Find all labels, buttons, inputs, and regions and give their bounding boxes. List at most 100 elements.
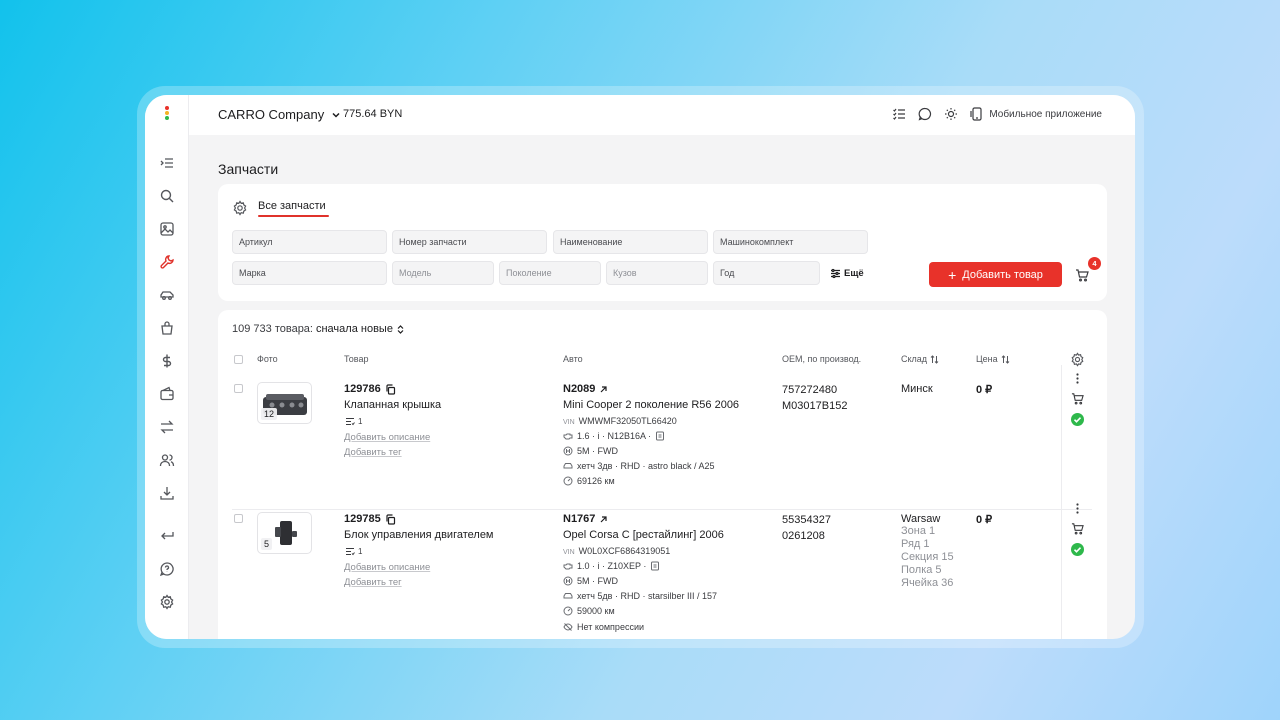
- body-value: хетч 3дв · RHD · astro black / A25: [577, 461, 715, 471]
- more-actions-icon[interactable]: [1070, 501, 1084, 515]
- product-name[interactable]: Клапанная крышка: [344, 399, 441, 411]
- price: 0 ₽: [976, 384, 993, 396]
- car-kit-input[interactable]: [713, 230, 868, 254]
- warehouse-section: Секция 15: [901, 551, 954, 563]
- body-select[interactable]: [606, 261, 708, 285]
- available-check-icon: [1071, 543, 1084, 556]
- wallet-icon[interactable]: [157, 384, 177, 404]
- copy-icon[interactable]: [385, 513, 396, 525]
- cart-icon[interactable]: [1070, 391, 1084, 405]
- checklist-icon: [346, 548, 355, 556]
- dollar-icon[interactable]: [157, 351, 177, 371]
- photo-count: 12: [261, 408, 278, 420]
- generation-select[interactable]: [499, 261, 601, 285]
- company-selector[interactable]: CARRO Company: [218, 107, 342, 122]
- product-photo[interactable]: 5: [257, 512, 312, 554]
- engine-value: 1.0 · i · Z10XEP ·: [577, 561, 647, 571]
- oem-number: M03017B152: [782, 400, 848, 412]
- task-list-icon[interactable]: [892, 107, 906, 121]
- mobile-app-label: Мобильное приложение: [989, 108, 1102, 120]
- add-description-link[interactable]: Добавить описание: [344, 432, 430, 443]
- copy-icon[interactable]: [385, 383, 396, 395]
- warehouse: Warsaw: [901, 513, 941, 525]
- sort-selector[interactable]: сначала новые: [316, 323, 393, 335]
- model-select[interactable]: [392, 261, 494, 285]
- page-title: Запчасти: [218, 161, 279, 177]
- users-icon[interactable]: [157, 450, 177, 470]
- gear-icon[interactable]: [232, 200, 248, 216]
- product-id[interactable]: 129785: [344, 513, 396, 525]
- column-price[interactable]: Цена: [976, 354, 1010, 364]
- document-icon[interactable]: [650, 561, 660, 571]
- product-id[interactable]: 129786: [344, 383, 396, 395]
- more-actions-icon[interactable]: [1070, 371, 1084, 385]
- column-photo: Фото: [257, 354, 278, 364]
- logout-icon[interactable]: [157, 526, 177, 546]
- product-id-value: 129785: [344, 513, 381, 525]
- add-tag-link[interactable]: Добавить тег: [344, 577, 402, 588]
- cart-icon[interactable]: [1070, 521, 1084, 535]
- cart-count-badge: 4: [1088, 257, 1101, 270]
- wrench-icon[interactable]: [157, 252, 177, 272]
- cart-icon[interactable]: [1075, 268, 1089, 282]
- car-id-link[interactable]: N1767: [563, 513, 608, 525]
- column-warehouse[interactable]: Склад: [901, 354, 939, 364]
- brand-select[interactable]: [232, 261, 387, 285]
- gearbox-value: 5M · FWD: [577, 446, 618, 456]
- tab-all-parts[interactable]: Все запчасти: [258, 200, 326, 212]
- row-checkbox[interactable]: [234, 384, 243, 393]
- column-price-label: Цена: [976, 354, 998, 364]
- product-photo[interactable]: 12: [257, 382, 312, 424]
- product-name[interactable]: Блок управления двигателем: [344, 529, 494, 541]
- body-icon: [563, 593, 573, 599]
- odometer-icon: [563, 606, 573, 616]
- sun-icon[interactable]: [944, 107, 958, 121]
- tab-underline: [258, 215, 329, 217]
- sort-arrows-icon: [1001, 354, 1009, 364]
- settings-icon[interactable]: [157, 592, 177, 612]
- car-icon[interactable]: [157, 285, 177, 305]
- search-icon[interactable]: [157, 186, 177, 206]
- warehouse-shelf: Полка 5: [901, 564, 942, 576]
- document-icon[interactable]: [655, 431, 665, 441]
- car-name: Mini Cooper 2 поколение R56 2006: [563, 399, 740, 411]
- add-tag-link[interactable]: Добавить тег: [344, 447, 402, 458]
- car-id-value: N2089: [563, 383, 596, 395]
- image-icon[interactable]: [157, 219, 177, 239]
- odometer-icon: [563, 476, 573, 486]
- phone-icon: [970, 107, 982, 121]
- car-id-link[interactable]: N2089: [563, 383, 608, 395]
- column-settings-icon[interactable]: [1070, 352, 1085, 367]
- select-all-checkbox[interactable]: [234, 355, 243, 364]
- bag-icon[interactable]: [157, 318, 177, 338]
- warehouse-zone: Зона 1: [901, 525, 936, 537]
- year-select[interactable]: [713, 261, 820, 285]
- name-input[interactable]: [553, 230, 708, 254]
- chat-icon[interactable]: [918, 107, 932, 121]
- vin-label: VIN: [563, 419, 575, 426]
- row-checkbox[interactable]: [234, 514, 243, 523]
- chevron-down-icon: [332, 112, 340, 118]
- more-filters-button[interactable]: Ещё: [830, 268, 864, 279]
- article-input[interactable]: [232, 230, 387, 254]
- add-description-link[interactable]: Добавить описание: [344, 562, 430, 573]
- collapse-icon[interactable]: [157, 153, 177, 173]
- app-logo[interactable]: [165, 106, 169, 120]
- sort-icon[interactable]: [396, 324, 405, 334]
- more-actions-icon[interactable]: [1070, 471, 1084, 485]
- oem-number: 757272480: [782, 384, 838, 396]
- gearbox-icon: [563, 446, 573, 456]
- swap-icon[interactable]: [157, 417, 177, 437]
- add-product-button[interactable]: + Добавить товар: [929, 262, 1062, 287]
- add-product-label: Добавить товар: [962, 268, 1043, 281]
- eye-off-icon: [563, 623, 573, 631]
- mobile-app-link[interactable]: Мобильное приложение: [970, 107, 1102, 121]
- checklist-chip[interactable]: 1: [345, 417, 362, 426]
- engine-value: 1.6 · i · N12B16A ·: [577, 431, 652, 441]
- mileage-value: 69126 км: [577, 476, 615, 486]
- checklist-chip[interactable]: 1: [345, 547, 362, 556]
- download-icon[interactable]: [157, 483, 177, 503]
- help-icon[interactable]: [157, 559, 177, 579]
- available-check-icon: [1071, 413, 1084, 426]
- part-number-input[interactable]: [392, 230, 547, 254]
